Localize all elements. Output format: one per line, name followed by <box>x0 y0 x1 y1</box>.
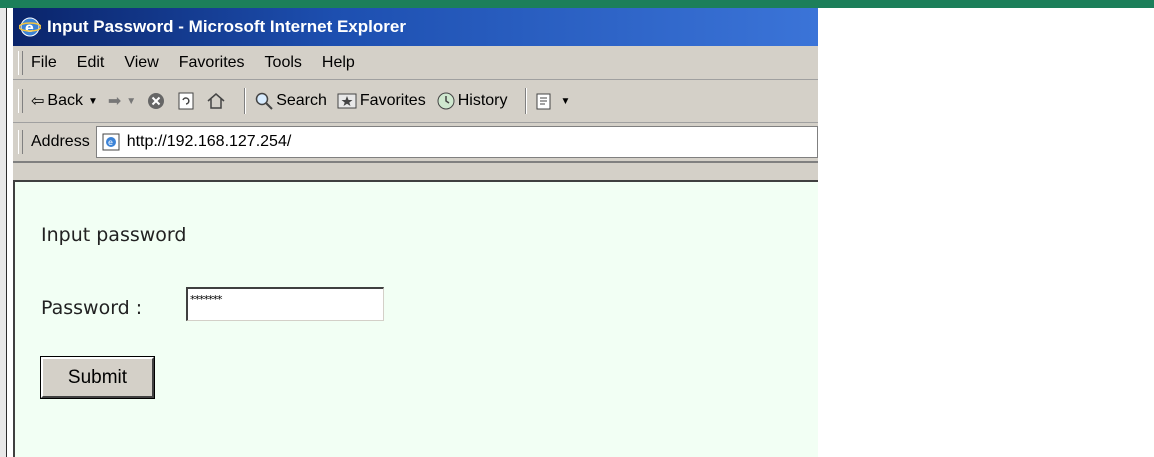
search-button[interactable]: Search <box>254 91 327 111</box>
title-bar: e Input Password - Microsoft Internet Ex… <box>13 8 818 46</box>
address-label: Address <box>31 133 90 150</box>
address-bar: Address e http://192.168.127.254/ <box>13 123 818 163</box>
password-input[interactable]: ******* <box>186 287 384 321</box>
favorites-button[interactable]: Favorites <box>337 92 426 110</box>
address-grip[interactable] <box>18 130 23 154</box>
left-border <box>0 8 7 457</box>
toolbar-separator <box>244 88 247 114</box>
mail-dropdown-icon[interactable]: ▼ <box>560 96 570 107</box>
search-label: Search <box>276 92 327 109</box>
toolbar-grip[interactable] <box>18 89 23 113</box>
back-label: Back <box>47 92 83 109</box>
history-icon <box>437 92 455 110</box>
password-label: Password : <box>41 297 143 319</box>
menu-grip[interactable] <box>18 50 23 75</box>
page-content: Input password Password : ******* Submit <box>13 180 818 457</box>
forward-dropdown-icon[interactable]: ▼ <box>126 96 136 107</box>
refresh-button[interactable] <box>176 91 196 111</box>
history-button[interactable]: History <box>436 91 508 111</box>
menu-tools[interactable]: Tools <box>265 54 302 72</box>
menu-favorites[interactable]: Favorites <box>179 54 245 72</box>
home-icon <box>207 93 225 109</box>
page-heading: Input password <box>41 224 187 246</box>
menu-edit[interactable]: Edit <box>77 54 105 72</box>
menu-view[interactable]: View <box>124 54 158 72</box>
address-input[interactable]: e http://192.168.127.254/ <box>95 126 818 158</box>
search-icon <box>255 92 273 110</box>
browser-window: e Input Password - Microsoft Internet Ex… <box>13 8 818 457</box>
mail-button[interactable]: ▼ <box>535 91 570 111</box>
submit-button[interactable]: Submit <box>40 356 155 399</box>
refresh-icon <box>178 92 194 110</box>
mail-icon <box>536 93 551 110</box>
back-button[interactable]: ⇦ Back ▼ <box>31 91 98 111</box>
menu-bar: File Edit View Favorites Tools Help <box>13 46 818 80</box>
favorites-star-icon <box>337 93 357 109</box>
stop-icon <box>148 93 165 109</box>
svg-text:e: e <box>108 138 113 147</box>
forward-button[interactable]: ➡ ▼ <box>108 91 136 111</box>
address-url: http://192.168.127.254/ <box>126 133 292 150</box>
menu-file[interactable]: File <box>31 54 57 72</box>
toolbar-separator <box>525 88 528 114</box>
ie-logo-icon: e <box>18 16 42 38</box>
history-label: History <box>457 92 508 109</box>
back-arrow-icon: ⇦ <box>31 93 45 110</box>
home-button[interactable] <box>206 91 226 111</box>
forward-arrow-icon: ➡ <box>107 93 122 110</box>
stop-button[interactable] <box>146 91 166 111</box>
top-accent-bar <box>0 0 1154 8</box>
toolbar: ⇦ Back ▼ ➡ ▼ Search Favorites History ▼ <box>13 80 818 123</box>
window-title: Input Password - Microsoft Internet Expl… <box>47 17 406 36</box>
menu-help[interactable]: Help <box>322 54 355 72</box>
page-icon: e <box>102 133 120 151</box>
favorites-label: Favorites <box>359 92 426 109</box>
back-dropdown-icon[interactable]: ▼ <box>88 96 98 107</box>
